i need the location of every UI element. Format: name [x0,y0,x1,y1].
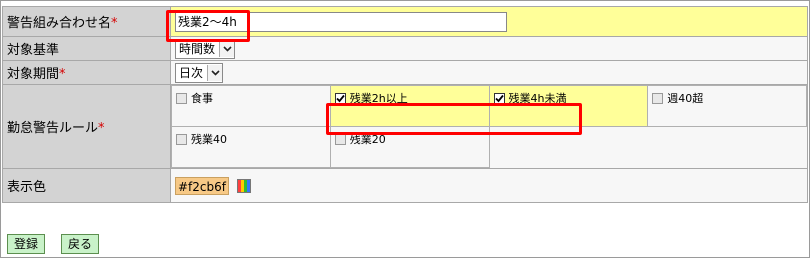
basis-label-cell: 対象基準 [2,36,171,61]
rule-checkbox[interactable] [652,92,664,104]
rule-checkbox[interactable] [176,133,187,145]
color-label-cell: 表示色 [2,168,171,203]
rule-checkbox[interactable] [176,92,187,104]
name-value-cell [170,6,808,37]
color-value-cell: #f2cb6f [170,168,808,203]
rule-checkbox-checked[interactable] [493,92,505,104]
rules-label: 勤怠警告ルール [7,121,99,136]
period-label: 対象期間 [7,67,60,82]
rule-cell[interactable]: 残業40 [171,126,331,168]
rule-checkbox-checked[interactable] [334,92,346,104]
period-label-cell: 対象期間* [2,60,171,85]
row-basis: 対象基準 時間数 [2,36,808,61]
color-label: 表示色 [7,180,47,195]
rule-label: 週40超 [667,92,704,105]
period-select[interactable]: 日次 [175,62,224,83]
highlight-name-input [166,10,250,42]
row-color: 表示色 #f2cb6f [2,168,808,203]
register-button[interactable]: 登録 [7,234,46,254]
back-button[interactable]: 戻る [61,234,100,254]
row-name: 警告組み合わせ名* [2,6,808,37]
color-value-field[interactable]: #f2cb6f [175,176,229,195]
basis-select-value: 時間数 [179,42,216,56]
rule-cell[interactable]: 週40超 [647,85,807,127]
chevron-down-icon[interactable] [207,64,223,81]
basis-value-cell: 時間数 [170,36,808,61]
chevron-down-icon[interactable] [219,40,235,57]
period-value-cell: 日次 [170,60,808,85]
period-required-mark: * [59,67,66,82]
basis-label: 対象基準 [7,43,60,58]
name-label-cell: 警告組み合わせ名* [2,6,171,37]
rule-cell[interactable]: 食事 [171,85,331,127]
rules-label-cell: 勤怠警告ルール* [2,84,171,169]
rules-required-mark: * [98,121,105,136]
period-select-value: 日次 [179,66,204,80]
rule-checkbox[interactable] [334,133,346,145]
rule-label: 食事 [191,92,213,105]
color-palette-icon[interactable] [237,178,252,193]
row-period: 対象期間* 日次 [2,60,808,85]
rule-label: 残業40 [191,133,227,146]
name-label: 警告組み合わせ名 [7,16,112,31]
name-required-mark: * [111,16,118,31]
highlight-checked-rules [326,103,582,135]
